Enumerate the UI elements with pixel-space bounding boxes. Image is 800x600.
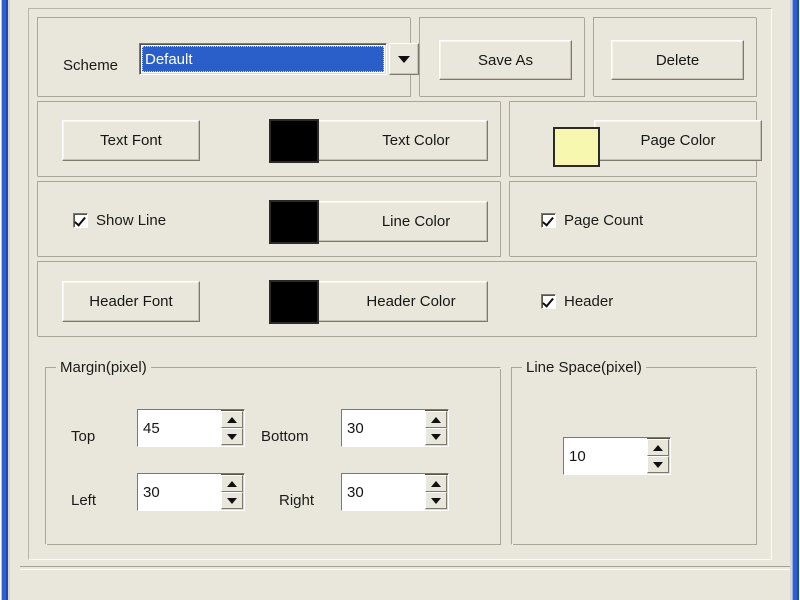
margin-bottom-spin-buttons[interactable] [425,411,447,445]
triangle-down-icon [653,461,663,468]
margin-bottom-label: Bottom [261,428,309,445]
margin-bottom-spin-down[interactable] [425,428,447,445]
margin-left-spin-up[interactable] [221,475,243,492]
text-font-button[interactable]: Text Font [62,120,200,161]
triangle-up-icon [653,444,663,451]
margin-groupbox: Margin(pixel) [45,359,501,545]
triangle-down-icon [227,433,237,440]
line-color-button-label: Line Color [381,213,451,230]
margin-left-spinner[interactable]: 30 [137,473,245,511]
margin-right-label: Right [279,492,315,509]
header-font-button[interactable]: Header Font [62,281,200,322]
margin-groupbox-caption: Margin(pixel) [56,359,151,376]
dialog-surface: Scheme Default Save As Delete Text Font … [10,0,790,600]
triangle-down-icon [431,433,441,440]
margin-bottom-spin-up[interactable] [425,411,447,428]
header-color-button-label: Header Color [366,293,456,310]
scheme-label: Scheme [63,57,119,74]
margin-left-spin-buttons[interactable] [221,475,243,509]
triangle-up-icon [431,416,441,423]
show-line-checkbox[interactable] [73,213,88,228]
margin-right-spinner[interactable]: 30 [341,473,449,511]
header-checkbox[interactable] [541,294,556,309]
margin-right-spin-up[interactable] [425,475,447,492]
page-count-checkbox[interactable] [541,213,556,228]
page-count-label: Page Count [564,212,644,229]
margin-right-value[interactable]: 30 [342,474,425,510]
margin-right-spin-buttons[interactable] [425,475,447,509]
margin-top-value[interactable]: 45 [138,410,221,446]
dialog-footer-divider [20,566,790,570]
scheme-combo-value[interactable]: Default [142,46,384,72]
line-color-swatch[interactable] [269,200,319,244]
line-space-spin-up[interactable] [647,439,669,456]
triangle-down-icon [227,497,237,504]
triangle-up-icon [227,416,237,423]
margin-top-spin-buttons[interactable] [221,411,243,445]
page-count-checkbox-row[interactable]: Page Count [541,212,643,229]
margin-top-label: Top [71,428,96,445]
show-line-checkbox-row[interactable]: Show Line [73,212,166,229]
triangle-up-icon [431,480,441,487]
page-color-swatch[interactable] [553,127,600,167]
margin-top-spin-up[interactable] [221,411,243,428]
settings-page-panel: Scheme Default Save As Delete Text Font … [28,8,772,560]
line-space-value[interactable]: 10 [564,438,647,474]
scheme-combo[interactable]: Default [139,43,387,75]
line-space-groupbox-caption: Line Space(pixel) [522,359,646,376]
chevron-down-icon [398,55,410,63]
margin-bottom-value[interactable]: 30 [342,410,425,446]
header-checkbox-row[interactable]: Header [541,293,613,310]
header-label: Header [564,293,614,310]
delete-button[interactable]: Delete [611,40,744,80]
save-as-button[interactable]: Save As [439,40,572,80]
margin-right-spin-down[interactable] [425,492,447,509]
header-color-swatch[interactable] [269,280,319,324]
window-border-left [0,0,10,600]
window-border-right [790,0,800,600]
line-space-spinner[interactable]: 10 [563,437,671,475]
line-space-spin-down[interactable] [647,456,669,473]
scheme-combo-dropdown-button[interactable] [389,43,419,75]
margin-left-value[interactable]: 30 [138,474,221,510]
margin-left-spin-down[interactable] [221,492,243,509]
triangle-up-icon [227,480,237,487]
margin-bottom-spinner[interactable]: 30 [341,409,449,447]
show-line-label: Show Line [96,212,167,229]
page-color-button[interactable]: Page Color [594,120,762,161]
line-space-spin-buttons[interactable] [647,439,669,473]
margin-top-spinner[interactable]: 45 [137,409,245,447]
margin-left-label: Left [71,492,97,509]
margin-top-spin-down[interactable] [221,428,243,445]
triangle-down-icon [431,497,441,504]
text-color-swatch[interactable] [269,119,319,163]
settings-dialog-window: Scheme Default Save As Delete Text Font … [0,0,800,600]
text-color-button-label: Text Color [382,132,450,149]
